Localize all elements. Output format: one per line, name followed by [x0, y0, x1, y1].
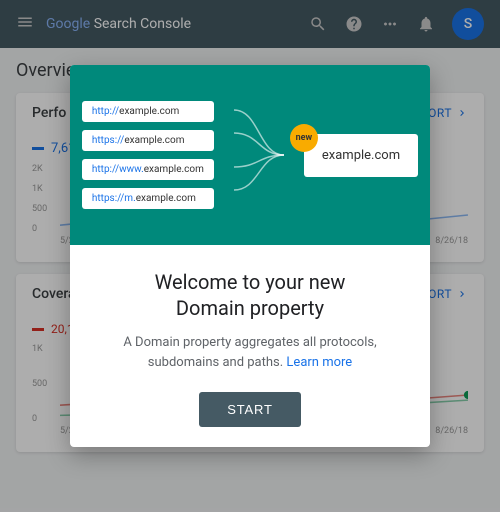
modal-description: A Domain property aggregates all protoco… — [102, 333, 398, 372]
domain-diagram: http://example.com https://example.com h… — [70, 75, 430, 235]
modal-diagram-area: http://example.com https://example.com h… — [70, 65, 430, 245]
source-https: https://example.com — [82, 130, 214, 151]
modal-title: Welcome to your new Domain property — [102, 269, 398, 321]
arrows-svg — [234, 95, 284, 215]
modal-body: Welcome to your new Domain property A Do… — [70, 245, 430, 447]
source-boxes: http://example.com https://example.com h… — [82, 101, 214, 209]
modal-overlay: http://example.com https://example.com h… — [0, 0, 500, 512]
learn-more-link[interactable]: Learn more — [286, 355, 352, 370]
target-box: example.com — [304, 134, 418, 177]
domain-property-modal: http://example.com https://example.com h… — [70, 65, 430, 447]
source-mobile: https://m.example.com — [82, 188, 214, 209]
target-domain-box: new example.com — [304, 134, 418, 177]
start-button[interactable]: START — [199, 392, 300, 427]
source-www: http://www.example.com — [82, 159, 214, 180]
source-http: http://example.com — [82, 101, 214, 122]
new-badge: new — [290, 124, 318, 152]
